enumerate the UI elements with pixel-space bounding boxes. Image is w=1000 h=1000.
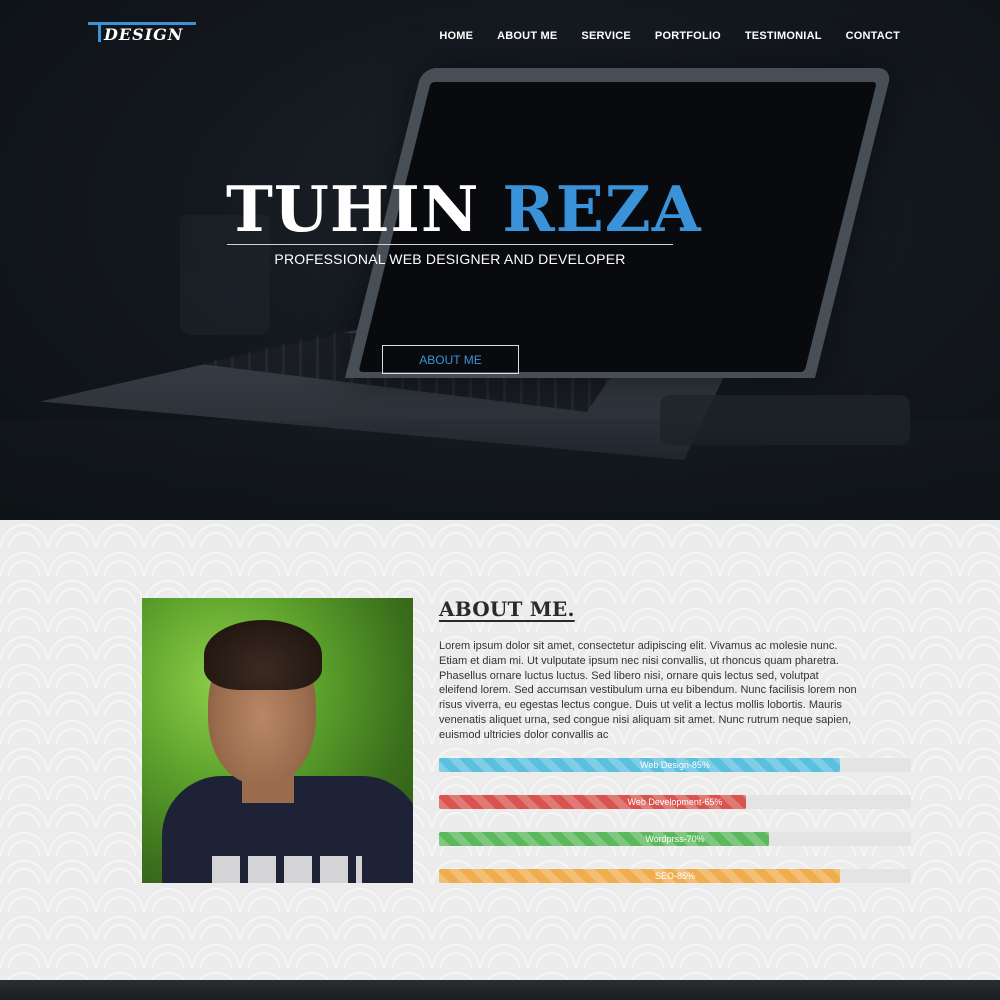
nav-item-contact[interactable]: CONTACT	[846, 30, 900, 42]
nav-item-portfolio[interactable]: PORTFOLIO	[655, 30, 721, 42]
nav-item-about-me[interactable]: ABOUT ME	[497, 30, 557, 42]
about-me-button[interactable]: ABOUT ME	[382, 345, 519, 374]
skill-bar-wordpress: Wordprss-70%	[439, 832, 911, 846]
site-logo[interactable]: DESIGN	[88, 22, 196, 44]
main-nav: HOME ABOUT ME SERVICE PORTFOLIO TESTIMON…	[439, 30, 900, 42]
hero-last-name: REZA	[502, 172, 702, 246]
logo-text: DESIGN	[104, 25, 184, 44]
hero-divider	[227, 244, 673, 245]
profile-photo	[142, 598, 413, 883]
photo-shirt-print	[212, 856, 362, 883]
skill-label: Wordprss-70%	[645, 834, 705, 844]
photo-hair	[204, 620, 322, 690]
nav-item-service[interactable]: SERVICE	[581, 30, 631, 42]
skill-label: Web Development-65%	[627, 797, 723, 807]
skill-label: Web Design-85%	[640, 760, 710, 770]
skill-bar-web-design: Web Design-85%	[439, 758, 911, 772]
next-section-edge	[0, 980, 1000, 1000]
skill-bar-seo: SEO-85%	[439, 869, 911, 883]
about-paragraph: Lorem ipsum dolor sit amet, consectetur …	[439, 640, 857, 741]
logo-stem	[98, 22, 101, 42]
hero-first-name: TUHIN	[226, 172, 480, 246]
nav-item-home[interactable]: HOME	[439, 30, 473, 42]
skill-bar-web-development: Web Development-65%	[439, 795, 911, 809]
skill-label: SEO-85%	[654, 871, 696, 881]
hero-title: TUHIN REZA	[226, 172, 701, 246]
nav-item-testimonial[interactable]: TESTIMONIAL	[745, 30, 822, 42]
about-title: ABOUT ME.	[439, 597, 575, 621]
hero-subtitle: PROFESSIONAL WEB DESIGNER AND DEVELOPER	[274, 251, 626, 267]
